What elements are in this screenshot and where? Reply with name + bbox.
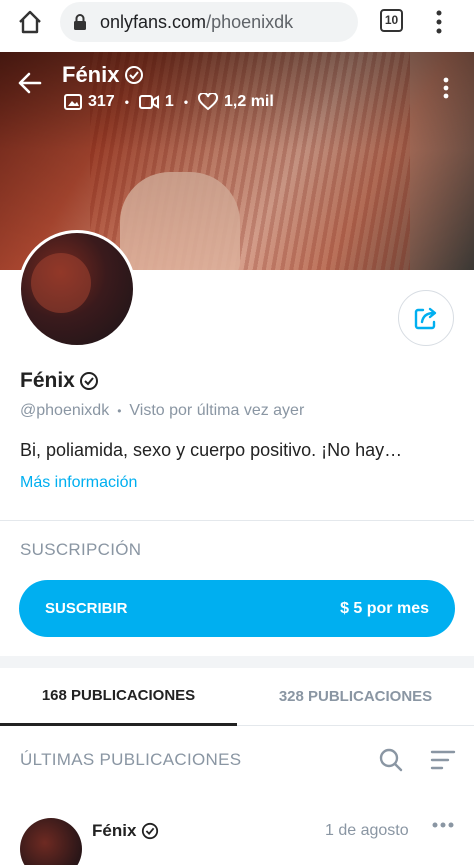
section-gap xyxy=(0,656,474,668)
post-date: 1 de agosto xyxy=(325,822,409,839)
verified-icon xyxy=(125,66,143,84)
divider xyxy=(0,520,474,521)
search-icon[interactable] xyxy=(378,747,404,773)
avatar[interactable] xyxy=(18,230,136,348)
tab-switcher-button[interactable]: 10 xyxy=(380,9,403,32)
post-avatar[interactable] xyxy=(20,818,82,865)
address-bar[interactable]: onlyfans.com/phoenixdk xyxy=(60,2,358,42)
back-arrow-icon[interactable] xyxy=(18,72,42,94)
tab-media-label: 328 PUBLICACIONES xyxy=(278,688,433,705)
more-options-icon[interactable] xyxy=(442,76,450,100)
post-more-icon[interactable] xyxy=(432,822,454,828)
video-count: 1 xyxy=(138,93,174,111)
photo-count-value: 317 xyxy=(88,93,115,110)
verified-icon xyxy=(141,822,159,840)
browser-menu-icon[interactable] xyxy=(432,8,446,36)
home-icon[interactable] xyxy=(16,8,44,36)
subscribe-label: SUSCRIBIR xyxy=(45,600,128,617)
like-count-value: 1,2 mil xyxy=(224,93,274,110)
browser-toolbar: onlyfans.com/phoenixdk 10 xyxy=(0,0,474,52)
share-button[interactable] xyxy=(398,290,454,346)
lock-icon xyxy=(74,14,86,30)
share-icon xyxy=(414,307,437,330)
image-icon xyxy=(64,94,82,110)
tab-posts-label: 168 PUBLICACIONES xyxy=(41,687,196,704)
profile-handle: @phoenixdk xyxy=(20,402,110,419)
video-icon xyxy=(138,95,159,109)
subscribe-button[interactable]: SUSCRIBIR $ 5 por mes xyxy=(19,580,455,637)
tab-media[interactable]: 328 PUBLICACIONES xyxy=(237,668,474,726)
heart-icon xyxy=(198,93,219,111)
latest-posts-title: ÚLTIMAS PUBLICACIONES xyxy=(20,750,242,769)
last-seen: Visto por última vez ayer xyxy=(129,402,305,419)
profile-bio: Bi, poliamida, sexo y cuerpo positivo. ¡… xyxy=(20,440,403,460)
profile-name: Fénix xyxy=(20,369,75,392)
video-count-value: 1 xyxy=(164,93,174,110)
url-host: onlyfans.com xyxy=(100,12,207,32)
more-info-link[interactable]: Más información xyxy=(20,474,137,492)
like-count: 1,2 mil xyxy=(198,93,274,111)
url-path: /phoenixdk xyxy=(206,12,294,32)
cover-profile-name: Fénix xyxy=(62,62,120,87)
subscription-title: SUSCRIPCIÓN xyxy=(20,540,142,559)
photo-count: 317 xyxy=(64,93,115,111)
verified-icon xyxy=(80,372,98,390)
tab-posts[interactable]: 168 PUBLICACIONES xyxy=(0,668,237,726)
post-author[interactable]: Fénix xyxy=(92,821,136,841)
handle-line: @phoenixdk • Visto por última vez ayer xyxy=(20,402,305,419)
cover-stats: 317 • 1 • 1,2 mil xyxy=(64,93,274,111)
subscribe-price: $ 5 por mes xyxy=(340,599,429,617)
sort-icon[interactable] xyxy=(430,749,456,771)
url-text: onlyfans.com/phoenixdk xyxy=(100,12,293,33)
